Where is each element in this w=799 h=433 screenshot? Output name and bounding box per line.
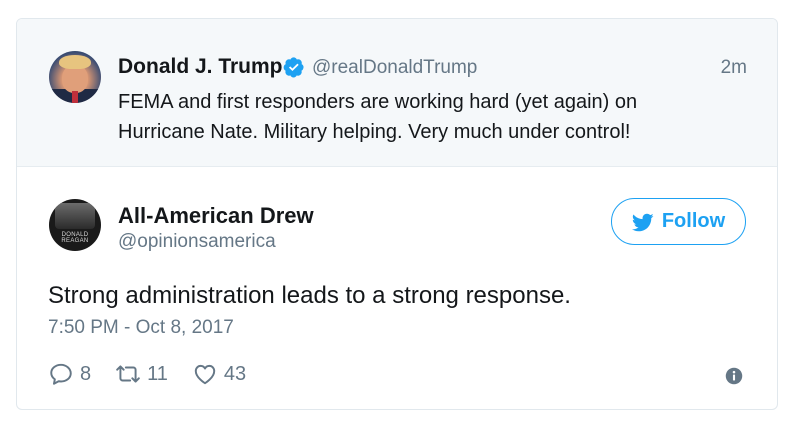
avatar-caption: DONALD REAGAN	[61, 232, 89, 244]
author-name[interactable]: All-American Drew	[118, 203, 314, 229]
avatar-tie	[72, 91, 78, 103]
parent-tweet-text: FEMA and first responders are working ha…	[118, 91, 638, 143]
tweet-text: Strong administration leads to a strong …	[48, 282, 571, 309]
like-action[interactable]: 43	[192, 361, 246, 387]
retweet-icon	[116, 365, 140, 383]
parent-author-name[interactable]: Donald J. Trump	[118, 55, 283, 79]
info-icon[interactable]	[725, 367, 743, 385]
tweet-actions: 8 11 43	[48, 359, 270, 389]
parent-timestamp[interactable]: 2m	[721, 57, 747, 79]
tweet-timestamp[interactable]: 7:50 PM - Oct 8, 2017	[48, 317, 234, 339]
avatar-photo	[55, 203, 95, 229]
parent-author-avatar[interactable]	[49, 51, 101, 103]
embedded-tweet-card: Donald J. Trump @realDonaldTrump 2m FEMA…	[16, 18, 778, 410]
retweet-count: 11	[147, 362, 168, 385]
author-avatar[interactable]: DONALD REAGAN	[49, 199, 101, 251]
follow-label: Follow	[661, 210, 726, 232]
follow-button[interactable]: Follow	[611, 198, 746, 245]
parent-author-handle[interactable]: @realDonaldTrump	[312, 57, 477, 79]
twitter-bird-icon	[631, 213, 654, 231]
quoted-parent-tweet[interactable]: Donald J. Trump @realDonaldTrump 2m FEMA…	[17, 19, 777, 167]
reply-action[interactable]: 8	[48, 361, 91, 387]
avatar-face	[62, 65, 88, 93]
author-handle[interactable]: @opinionsamerica	[118, 231, 276, 253]
reply-icon	[50, 363, 72, 385]
reply-count: 8	[80, 362, 92, 385]
retweet-action[interactable]: 11	[115, 361, 168, 387]
like-count: 43	[223, 362, 247, 385]
verified-badge-icon	[283, 57, 304, 78]
heart-icon	[194, 364, 216, 385]
avatar-hair	[59, 55, 91, 69]
